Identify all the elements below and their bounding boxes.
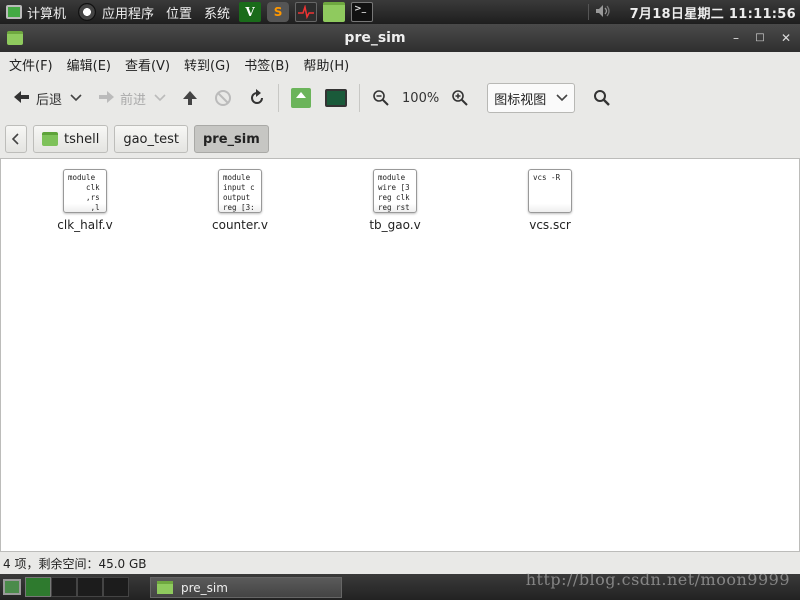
window-title: pre_sim [344, 30, 406, 46]
stop-button[interactable] [210, 83, 236, 113]
computer-menu[interactable]: 计算机 [0, 0, 72, 24]
window-titlebar[interactable]: pre_sim – □ ✕ [0, 24, 800, 52]
computer-icon [6, 5, 22, 19]
zoom-out-button[interactable] [368, 83, 394, 113]
system-menu[interactable]: 系统 [198, 0, 236, 24]
back-label: 后退 [36, 92, 63, 108]
chevron-left-icon [12, 133, 19, 145]
text-file-icon: vcs -R [528, 169, 572, 213]
file-name: clk_half.v [57, 218, 113, 232]
toolbar: 后退 前进 100% 图标视图 [0, 76, 800, 120]
maximize-button[interactable]: □ [752, 30, 768, 46]
reload-icon [251, 89, 264, 104]
workspace-2[interactable] [51, 577, 77, 597]
chevron-down-icon [556, 91, 568, 105]
menu-view[interactable]: 查看(V) [118, 55, 177, 74]
workspace-3[interactable] [77, 577, 103, 597]
file-item[interactable]: module clk ,rs ,l clk_half.v [30, 169, 140, 232]
home-folder-icon [42, 132, 58, 146]
file-view[interactable]: module clk ,rs ,l clk_half.v module inpu… [0, 158, 800, 552]
terminal-launcher-icon[interactable]: >_ [351, 2, 374, 22]
system-monitor-launcher-icon[interactable] [295, 2, 318, 22]
zoom-out-icon [373, 90, 389, 106]
menu-file[interactable]: 文件(F) [2, 55, 60, 74]
view-mode-value: 图标视图 [494, 92, 547, 108]
file-item[interactable]: module wire [3 reg clk reg rst tb_gao.v [340, 169, 450, 232]
watermark: http://blog.csdn.net/moon9999 [525, 570, 790, 589]
back-history-dropdown[interactable] [66, 83, 86, 113]
computer-label: 计算机 [27, 6, 67, 22]
menu-bar: 文件(F) 编辑(E) 查看(V) 转到(G) 书签(B) 帮助(H) [0, 52, 800, 76]
taskbar-window-button[interactable]: pre_sim [150, 577, 342, 598]
forward-history-dropdown[interactable] [150, 83, 170, 113]
chevron-down-icon [70, 92, 82, 105]
minimize-button[interactable]: – [728, 30, 744, 46]
path-bar: tshell gao_test pre_sim [0, 120, 800, 158]
show-desktop-icon[interactable] [3, 579, 21, 595]
folder-icon [157, 581, 173, 594]
text-file-icon: module clk ,rs ,l [63, 169, 107, 213]
stop-icon [215, 90, 232, 106]
breadcrumb-gao-test[interactable]: gao_test [114, 125, 188, 153]
taskbar-window-label: pre_sim [181, 580, 228, 595]
forward-button[interactable]: 前进 [92, 83, 150, 113]
computer-button[interactable] [321, 83, 351, 113]
arrow-up-icon [183, 91, 198, 105]
arrow-right-icon [96, 89, 116, 108]
clock[interactable]: 7月18日星期二 11:11:56 [630, 3, 800, 22]
gnome-foot-icon [78, 3, 97, 21]
sublime-launcher-icon[interactable]: S [267, 2, 290, 22]
chevron-down-icon [154, 94, 166, 102]
breadcrumb-label: tshell [64, 131, 100, 147]
vim-launcher-icon[interactable]: V [239, 2, 262, 22]
file-name: vcs.scr [529, 218, 571, 232]
workspace-4[interactable] [103, 577, 129, 597]
breadcrumb-pre-sim[interactable]: pre_sim [193, 125, 269, 153]
status-text: 4 项，剩余空间：45.0 GB [3, 556, 147, 571]
workspace-1[interactable] [25, 577, 51, 597]
places-menu[interactable]: 位置 [160, 0, 198, 24]
menu-go[interactable]: 转到(G) [177, 55, 237, 74]
breadcrumb-tshell[interactable]: tshell [33, 125, 109, 153]
search-button[interactable] [589, 83, 615, 113]
forward-label: 前进 [120, 92, 147, 108]
menu-bookmarks[interactable]: 书签(B) [237, 55, 296, 74]
close-button[interactable]: ✕ [778, 30, 794, 46]
menu-edit[interactable]: 编辑(E) [60, 55, 118, 74]
applications-menu[interactable]: 应用程序 [72, 0, 160, 24]
top-panel: 计算机 应用程序 位置 系统 V S >_ 7月18日星期二 11:11:56 [0, 0, 800, 24]
search-icon [594, 90, 611, 106]
applications-label: 应用程序 [102, 6, 155, 22]
toolbar-separator [359, 84, 361, 112]
zoom-in-icon [452, 90, 468, 106]
reload-button[interactable] [244, 83, 270, 113]
file-name: tb_gao.v [369, 218, 421, 232]
computer-icon [325, 89, 348, 107]
home-button[interactable] [287, 83, 315, 113]
zoom-level: 100% [402, 90, 440, 106]
view-mode-select[interactable]: 图标视图 [487, 83, 576, 113]
file-name: counter.v [212, 218, 268, 232]
home-folder-icon [291, 88, 312, 108]
zoom-in-button[interactable] [447, 83, 473, 113]
arrow-left-icon [12, 89, 32, 108]
path-scroll-left-button[interactable] [5, 125, 27, 153]
volume-icon[interactable] [587, 4, 610, 20]
file-item[interactable]: module input c output reg [3: counter.v [185, 169, 295, 232]
text-file-icon: module input c output reg [3: [218, 169, 262, 213]
back-button[interactable]: 后退 [8, 83, 66, 113]
file-manager-launcher-icon[interactable] [323, 2, 346, 22]
file-item[interactable]: vcs -R vcs.scr [495, 169, 605, 232]
text-file-icon: module wire [3 reg clk reg rst [373, 169, 417, 213]
up-button[interactable] [178, 83, 202, 113]
toolbar-separator [278, 84, 280, 112]
menu-help[interactable]: 帮助(H) [296, 55, 356, 74]
